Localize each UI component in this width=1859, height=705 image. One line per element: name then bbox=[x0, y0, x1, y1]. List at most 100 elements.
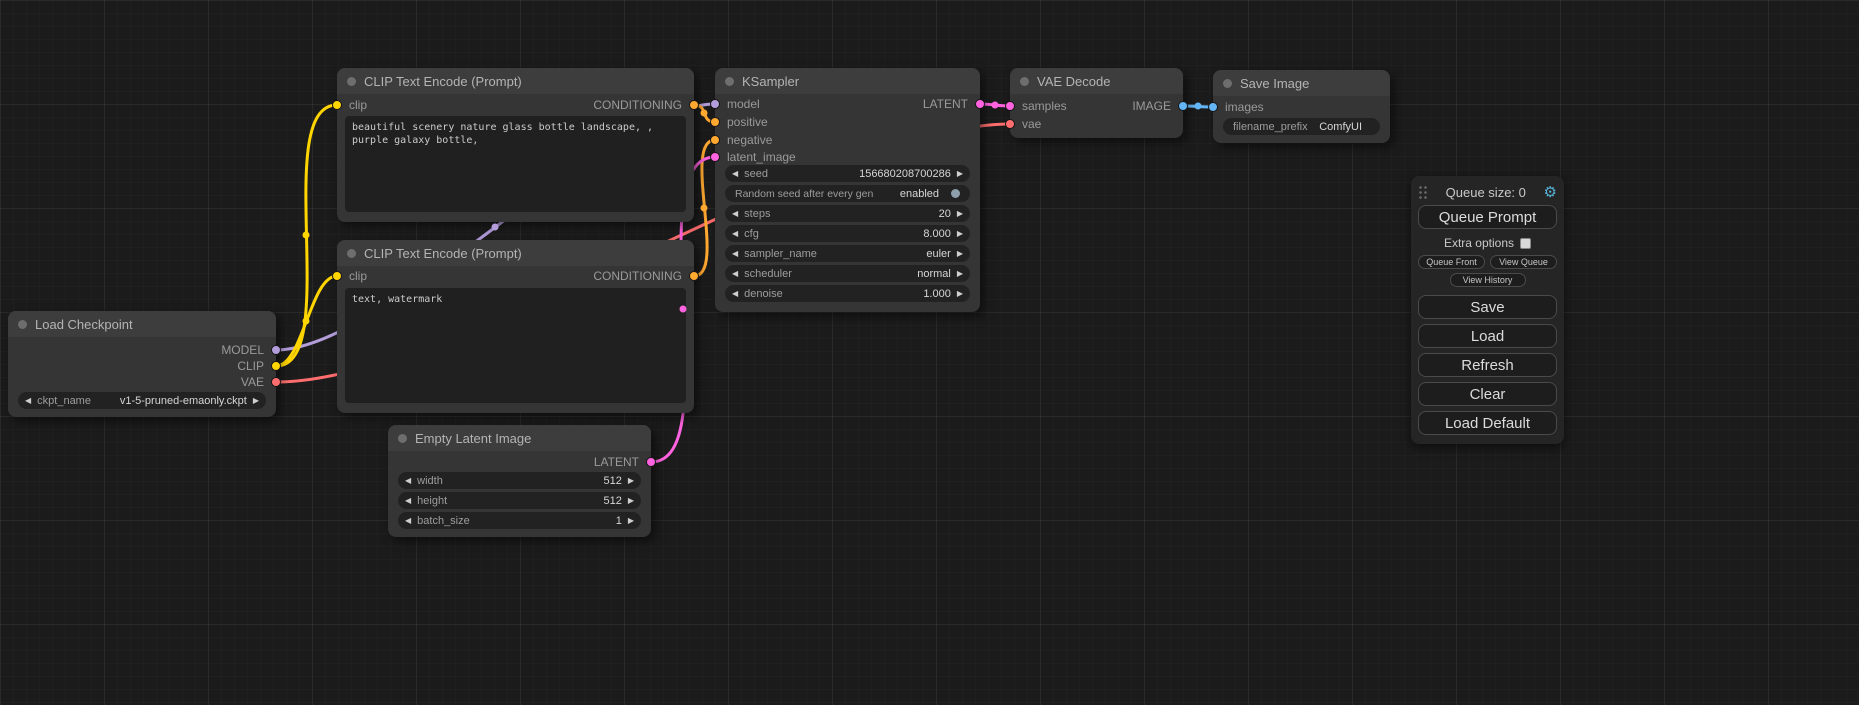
extra-options-checkbox[interactable] bbox=[1520, 238, 1531, 249]
slot-conditioning-output[interactable]: CONDITIONING bbox=[593, 269, 682, 283]
widget-batch-size[interactable]: ◀ batch_size 1 ▶ bbox=[398, 512, 641, 529]
slot-positive-input[interactable]: positive bbox=[727, 115, 768, 129]
toggle-dot-icon[interactable] bbox=[951, 189, 960, 198]
slot-model-input[interactable]: model bbox=[727, 97, 760, 111]
collapse-dot-icon[interactable] bbox=[347, 77, 356, 86]
arrow-right-icon[interactable]: ▶ bbox=[628, 512, 634, 529]
drag-handle-icon[interactable] bbox=[1418, 185, 1428, 199]
slot-images-input[interactable]: images bbox=[1225, 100, 1264, 114]
widget-scheduler[interactable]: ◀ scheduler normal ▶ bbox=[725, 265, 970, 282]
refresh-button[interactable]: Refresh bbox=[1418, 353, 1557, 377]
arrow-right-icon[interactable]: ▶ bbox=[957, 285, 963, 302]
widget-name: scheduler bbox=[744, 268, 792, 280]
arrow-right-icon[interactable]: ▶ bbox=[957, 245, 963, 262]
arrow-left-icon[interactable]: ◀ bbox=[732, 245, 738, 262]
save-button[interactable]: Save bbox=[1418, 295, 1557, 319]
widget-sampler-name[interactable]: ◀ sampler_name euler ▶ bbox=[725, 245, 970, 262]
slot-clip-input[interactable]: clip bbox=[349, 269, 367, 283]
widget-filename-prefix[interactable]: filename_prefix ComfyUI bbox=[1223, 118, 1380, 135]
widget-value: 1 bbox=[616, 515, 622, 527]
slot-clip-output[interactable]: CLIP bbox=[237, 359, 264, 373]
settings-gear-icon[interactable]: ⚙ bbox=[1544, 185, 1557, 200]
node-clip-text-encode-negative[interactable]: CLIP Text Encode (Prompt) clip CONDITION… bbox=[337, 240, 694, 413]
slot-latent-output[interactable]: LATENT bbox=[594, 455, 639, 469]
wire-midpoint-dot bbox=[303, 232, 310, 239]
node-title: CLIP Text Encode (Prompt) bbox=[364, 246, 522, 261]
arrow-left-icon[interactable]: ◀ bbox=[732, 265, 738, 282]
node-title-bar[interactable]: KSampler bbox=[715, 68, 980, 94]
node-ksampler[interactable]: KSampler model positive negative latent_… bbox=[715, 68, 980, 312]
collapse-dot-icon[interactable] bbox=[1020, 77, 1029, 86]
node-title-bar[interactable]: Empty Latent Image bbox=[388, 425, 651, 451]
collapse-dot-icon[interactable] bbox=[725, 77, 734, 86]
node-title-bar[interactable]: VAE Decode bbox=[1010, 68, 1183, 94]
slot-conditioning-output[interactable]: CONDITIONING bbox=[593, 98, 682, 112]
arrow-left-icon[interactable]: ◀ bbox=[732, 165, 738, 182]
arrow-right-icon[interactable]: ▶ bbox=[957, 225, 963, 242]
slot-image-output[interactable]: IMAGE bbox=[1132, 99, 1171, 113]
node-title-bar[interactable]: CLIP Text Encode (Prompt) bbox=[337, 68, 694, 94]
clear-button[interactable]: Clear bbox=[1418, 382, 1557, 406]
widget-denoise[interactable]: ◀ denoise 1.000 ▶ bbox=[725, 285, 970, 302]
node-save-image[interactable]: Save Image images filename_prefix ComfyU… bbox=[1213, 70, 1390, 143]
node-title-bar[interactable]: Save Image bbox=[1213, 70, 1390, 96]
widget-steps[interactable]: ◀ steps 20 ▶ bbox=[725, 205, 970, 222]
node-title-bar[interactable]: Load Checkpoint bbox=[8, 311, 276, 337]
widget-seed[interactable]: ◀ seed 156680208700286 ▶ bbox=[725, 165, 970, 182]
node-title: VAE Decode bbox=[1037, 74, 1110, 89]
node-title: Empty Latent Image bbox=[415, 431, 531, 446]
collapse-dot-icon[interactable] bbox=[18, 320, 27, 329]
view-queue-button[interactable]: View Queue bbox=[1490, 255, 1557, 269]
widget-name: seed bbox=[744, 168, 768, 180]
widget-cfg[interactable]: ◀ cfg 8.000 ▶ bbox=[725, 225, 970, 242]
slot-model-output[interactable]: MODEL bbox=[221, 343, 264, 357]
arrow-right-icon[interactable]: ▶ bbox=[957, 265, 963, 282]
arrow-left-icon[interactable]: ◀ bbox=[732, 205, 738, 222]
arrow-left-icon[interactable]: ◀ bbox=[405, 472, 411, 489]
widget-width[interactable]: ◀ width 512 ▶ bbox=[398, 472, 641, 489]
load-button[interactable]: Load bbox=[1418, 324, 1557, 348]
slot-samples-input[interactable]: samples bbox=[1022, 99, 1067, 113]
node-title-bar[interactable]: CLIP Text Encode (Prompt) bbox=[337, 240, 694, 266]
node-vae-decode[interactable]: VAE Decode samples vae IMAGE bbox=[1010, 68, 1183, 138]
node-clip-text-encode-positive[interactable]: CLIP Text Encode (Prompt) clip CONDITION… bbox=[337, 68, 694, 222]
widget-value: 512 bbox=[603, 475, 621, 487]
widget-ckpt-name[interactable]: ◀ ckpt_name v1-5-pruned-emaonly.ckpt ▶ bbox=[18, 392, 266, 409]
slot-latent-image-input[interactable]: latent_image bbox=[727, 150, 796, 164]
prompt-text-input[interactable]: text, watermark bbox=[345, 288, 686, 403]
arrow-right-icon[interactable]: ▶ bbox=[253, 392, 259, 409]
slot-vae-input[interactable]: vae bbox=[1022, 117, 1041, 131]
arrow-right-icon[interactable]: ▶ bbox=[957, 165, 963, 182]
arrow-left-icon[interactable]: ◀ bbox=[405, 512, 411, 529]
collapse-dot-icon[interactable] bbox=[347, 249, 356, 258]
view-history-button[interactable]: View History bbox=[1450, 273, 1526, 287]
arrow-right-icon[interactable]: ▶ bbox=[628, 472, 634, 489]
load-default-button[interactable]: Load Default bbox=[1418, 411, 1557, 435]
wire-midpoint-dot bbox=[492, 224, 499, 231]
widget-height[interactable]: ◀ height 512 ▶ bbox=[398, 492, 641, 509]
slot-latent-output[interactable]: LATENT bbox=[923, 97, 968, 111]
arrow-left-icon[interactable]: ◀ bbox=[25, 392, 31, 409]
arrow-right-icon[interactable]: ▶ bbox=[628, 492, 634, 509]
node-load-checkpoint[interactable]: Load Checkpoint MODEL CLIP VAE ◀ ckpt_na… bbox=[8, 311, 276, 417]
collapse-dot-icon[interactable] bbox=[1223, 79, 1232, 88]
arrow-right-icon[interactable]: ▶ bbox=[957, 205, 963, 222]
queue-front-button[interactable]: Queue Front bbox=[1418, 255, 1485, 269]
arrow-left-icon[interactable]: ◀ bbox=[732, 225, 738, 242]
prompt-text-input[interactable]: beautiful scenery nature glass bottle la… bbox=[345, 116, 686, 212]
widget-random-seed-toggle[interactable]: Random seed after every gen enabled bbox=[725, 185, 970, 202]
node-title: CLIP Text Encode (Prompt) bbox=[364, 74, 522, 89]
slot-clip-input[interactable]: clip bbox=[349, 98, 367, 112]
collapse-dot-icon[interactable] bbox=[398, 434, 407, 443]
widget-value: normal bbox=[917, 268, 951, 280]
slot-negative-input[interactable]: negative bbox=[727, 133, 772, 147]
slot-vae-output[interactable]: VAE bbox=[241, 375, 264, 389]
widget-name: filename_prefix bbox=[1233, 121, 1308, 133]
queue-size-text: Queue size: bbox=[1446, 185, 1515, 200]
node-empty-latent-image[interactable]: Empty Latent Image LATENT ◀ width 512 ▶ … bbox=[388, 425, 651, 537]
queue-prompt-button[interactable]: Queue Prompt bbox=[1418, 205, 1557, 229]
arrow-left-icon[interactable]: ◀ bbox=[405, 492, 411, 509]
arrow-left-icon[interactable]: ◀ bbox=[732, 285, 738, 302]
widget-value: v1-5-pruned-emaonly.ckpt bbox=[120, 395, 247, 407]
wire-midpoint-dot bbox=[701, 205, 708, 212]
